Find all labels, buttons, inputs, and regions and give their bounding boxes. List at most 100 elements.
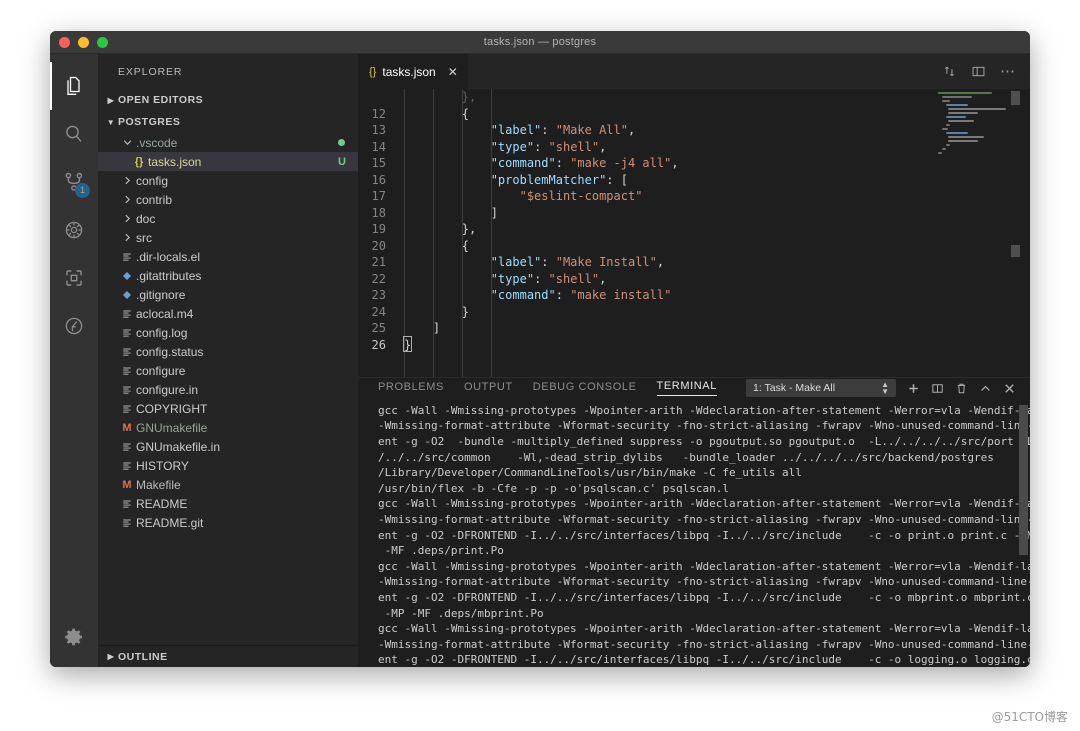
files-icon — [62, 74, 86, 98]
sidebar: EXPLORER ▶ OPEN EDITORS ▼ POSTGRES .vsco… — [98, 54, 358, 667]
tree-item-copyright[interactable]: COPYRIGHT — [98, 399, 358, 418]
tree-item-config-status[interactable]: config.status — [98, 342, 358, 361]
tree-item-readme-git[interactable]: README.git — [98, 513, 358, 532]
code-line: 21 "label": "Make Install", — [358, 89, 1030, 377]
tree-item-gitignore[interactable]: .gitignore — [98, 285, 358, 304]
activity-item-explorer[interactable] — [50, 62, 98, 110]
makefile-icon: M — [122, 478, 132, 491]
extensions-icon — [62, 266, 86, 290]
panel-tab-bar: PROBLEMS OUTPUT DEBUG CONSOLE TERMINAL 1… — [358, 378, 1030, 399]
section-open-editors[interactable]: ▶ OPEN EDITORS — [98, 89, 358, 111]
zoom-window-button[interactable] — [97, 36, 108, 48]
tab-terminal[interactable]: TERMINAL — [656, 380, 717, 397]
editor-scrollbar[interactable] — [1020, 89, 1030, 377]
code-text: "type": "shell", — [490, 139, 607, 154]
terminal-line: gcc -Wall -Wmissing-prototypes -Wpointer… — [378, 622, 1030, 636]
tree-item-label: config.status — [136, 344, 204, 359]
minimap[interactable] — [936, 89, 1020, 377]
tree-item-aclocal-m4[interactable]: aclocal.m4 — [98, 304, 358, 323]
chevron-updown-icon: ▲ ▼ — [881, 380, 889, 397]
tree-item-label: .gitignore — [136, 287, 186, 302]
layout-icon[interactable] — [971, 64, 986, 79]
tree-item-makefile[interactable]: M Makefile — [98, 475, 358, 494]
close-icon[interactable]: ✕ — [448, 65, 458, 79]
code-text: "label": "Make Install", — [490, 255, 665, 269]
code-text: ] — [404, 321, 441, 335]
tree-item-configure-in[interactable]: configure.in — [98, 380, 358, 399]
chevron-down-icon: ▼ — [106, 117, 116, 127]
code-text: "command": "make -j4 all", — [490, 156, 679, 170]
terminal-selector[interactable]: 1: Task - Make All ▲ ▼ — [746, 379, 896, 398]
tree-item-label: HISTORY — [136, 458, 189, 473]
split-icon[interactable] — [931, 382, 944, 395]
code-text: { — [404, 238, 470, 253]
indent-guide — [404, 89, 405, 377]
search-icon — [62, 122, 86, 146]
tree-item-src[interactable]: src — [98, 228, 358, 247]
close-icon[interactable] — [1003, 382, 1016, 395]
activity-item-source-control[interactable]: 1 — [50, 158, 98, 206]
window-title: tasks.json — postgres — [483, 36, 597, 48]
tree-item-label: src — [136, 230, 152, 245]
code-line: 25 ] — [358, 89, 1030, 377]
tree-item-gitattributes[interactable]: .gitattributes — [98, 266, 358, 285]
section-outline[interactable]: ▶ OUTLINE — [98, 645, 358, 667]
terminal-line: -Wmissing-format-attribute -Wformat-secu… — [378, 419, 1030, 433]
tree-item-config[interactable]: config — [98, 171, 358, 190]
terminal-line: ent -g -O2 -DFRONTEND -I../../src/interf… — [378, 590, 1030, 604]
minimap-line — [946, 116, 966, 118]
activity-item-search[interactable] — [50, 110, 98, 158]
minimap-line — [946, 144, 950, 146]
tree-item-tasks-json[interactable]: {} tasks.json U — [98, 152, 358, 171]
tree-item-vscode[interactable]: .vscode — [98, 133, 358, 152]
tree-item-config-log[interactable]: config.log — [98, 323, 358, 342]
minimize-window-button[interactable] — [78, 36, 89, 48]
tab-tasks-json[interactable]: {} tasks.json ✕ — [358, 54, 469, 89]
tab-debug-console[interactable]: DEBUG CONSOLE — [533, 381, 637, 396]
close-window-button[interactable] — [59, 36, 70, 48]
terminal-line: /usr/bin/flex -b -Cfe -p -p -o'psqlscan.… — [378, 481, 729, 495]
code-line: 18 ] — [358, 89, 1030, 377]
code-line: 19 }, — [358, 89, 1030, 377]
terminal-scrollbar[interactable] — [1019, 404, 1028, 555]
tree-item-readme[interactable]: README — [98, 494, 358, 513]
tree-item-doc[interactable]: doc — [98, 209, 358, 228]
line-number: 18 — [371, 205, 386, 220]
code-text: "problemMatcher": [ — [490, 172, 628, 187]
terminal-line: gcc -Wall -Wmissing-prototypes -Wpointer… — [378, 403, 1030, 417]
watermark: @51CTO博客 — [991, 710, 1068, 724]
tree-item-configure[interactable]: configure — [98, 361, 358, 380]
tree-item-contrib[interactable]: contrib — [98, 190, 358, 209]
tree-item-history[interactable]: HISTORY — [98, 456, 358, 475]
tree-item-gnumakefile-in[interactable]: GNUmakefile.in — [98, 437, 358, 456]
section-postgres[interactable]: ▼ POSTGRES — [98, 111, 358, 133]
activity-item-extensions[interactable] — [50, 254, 98, 302]
folder-open-icon — [118, 137, 136, 148]
line-number: 17 — [371, 189, 386, 203]
split-editor-icon[interactable] — [942, 64, 957, 79]
terminal-line: -Wmissing-format-attribute -Wformat-secu… — [378, 637, 1030, 651]
minimap-slider[interactable] — [1011, 91, 1020, 105]
plus-icon[interactable] — [907, 382, 920, 395]
terminal-line: /../../src/common -Wl,-dead_strip_dylibs… — [378, 450, 994, 464]
indent-guide — [461, 89, 463, 377]
text-file-icon — [118, 308, 136, 320]
tree-item-dir-locals-el[interactable]: .dir-locals.el — [98, 247, 358, 266]
indent-guide — [490, 89, 492, 377]
code-editor[interactable]: }, 12 {13 "label": "Make All", 14 "type": … — [358, 89, 1030, 377]
chevron-up-icon[interactable] — [979, 382, 992, 395]
activity-item-debug[interactable] — [50, 206, 98, 254]
trash-icon[interactable] — [955, 382, 968, 395]
file-tree[interactable]: .vscode {} tasks.json Uconfig contrib doc src.… — [98, 133, 358, 645]
tree-item-gnumakefile[interactable]: M GNUmakefile — [98, 418, 358, 437]
gear-icon — [62, 625, 86, 649]
tab-problems[interactable]: PROBLEMS — [378, 381, 444, 396]
terminal-output[interactable]: gcc -Wall -Wmissing-prototypes -Wpointer… — [358, 399, 1030, 667]
activity-item-testing[interactable] — [50, 302, 98, 350]
beaker-icon — [62, 314, 86, 338]
tree-item-label: README — [136, 496, 188, 511]
ellipsis-icon[interactable]: ⋯ — [1000, 64, 1016, 79]
line-number: 14 — [371, 139, 386, 154]
activity-item-manage[interactable] — [50, 613, 98, 661]
tab-output[interactable]: OUTPUT — [464, 381, 513, 396]
